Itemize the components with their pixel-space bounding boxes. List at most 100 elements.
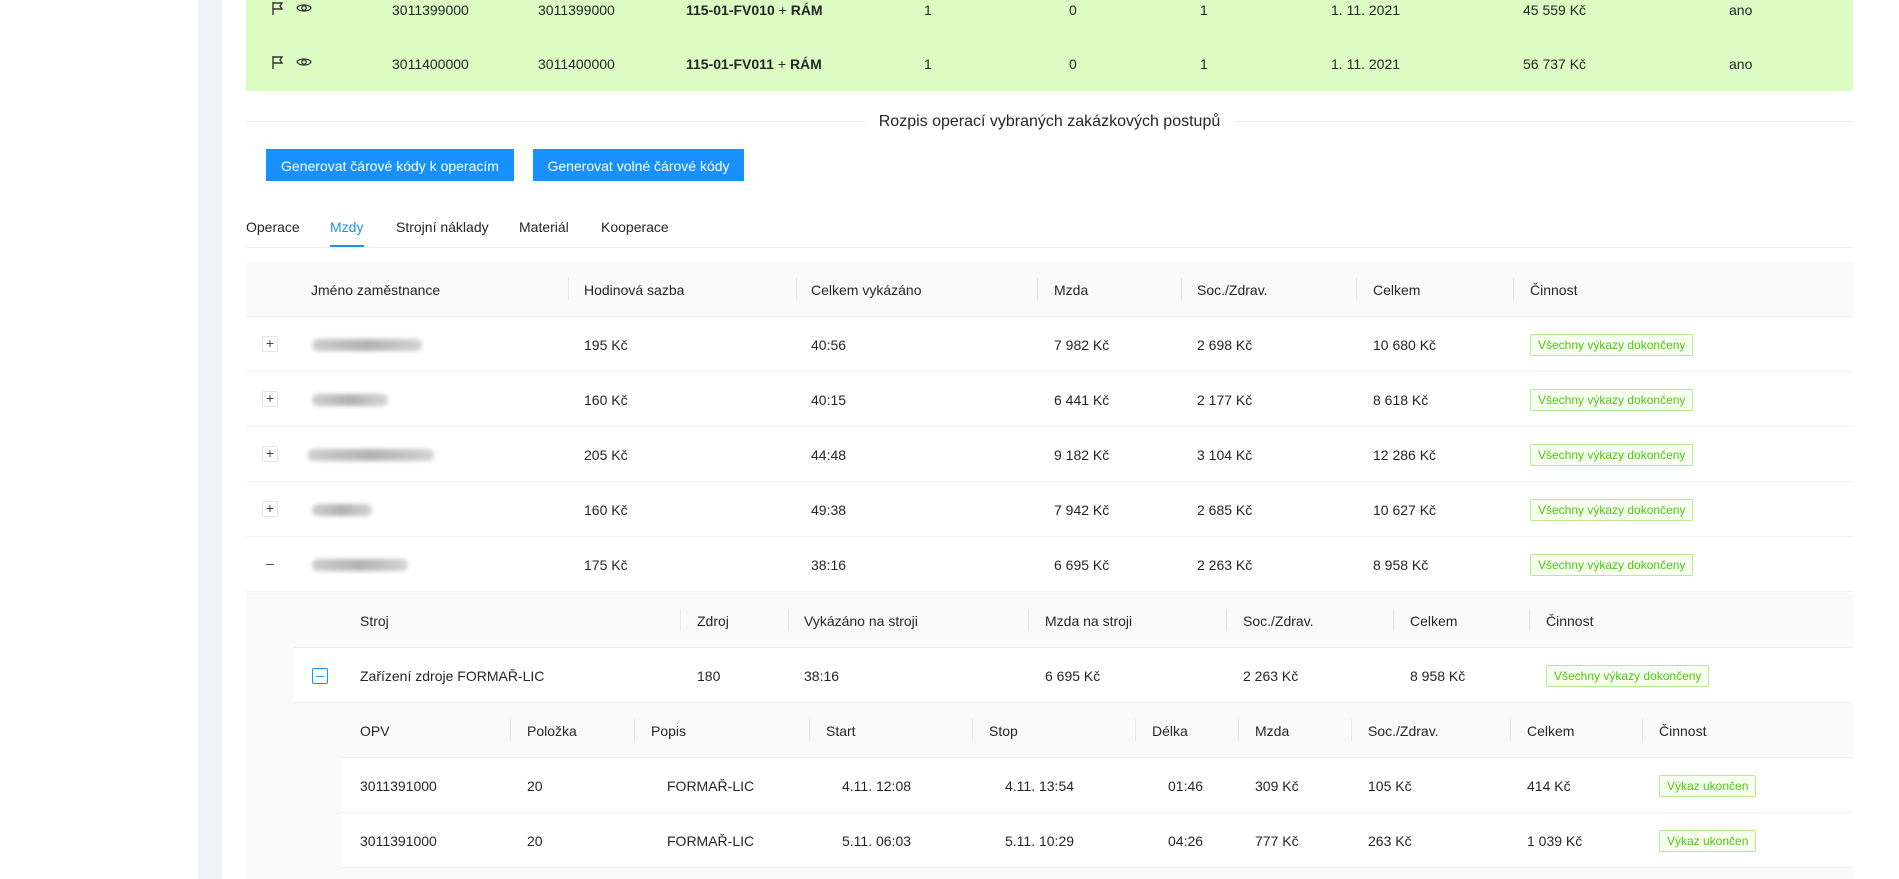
order-number-2: 3011399000 [538,2,615,18]
item: 20 [527,778,543,794]
part-code-text: 115-01-FV010 [686,2,775,18]
table-row[interactable]: 3011391000 20 FORMAŘ-LIC 4.11. 12:08 4.1… [342,758,1853,813]
header-separator [1356,278,1357,300]
header-machine-reported: Vykázáno na stroji [804,613,918,629]
header-activity: Činnost [1659,723,1707,739]
section-title: Rozpis operací vybraných zakázkových pos… [864,113,1235,130]
header-hourly-rate: Hodinová sazba [584,282,685,298]
status-badge: Všechny výkazy dokončeny [1530,554,1694,576]
social: 2 263 Kč [1243,668,1299,684]
table-header: OPV Položka Popis Start Stop Délka Mzda … [342,703,1853,758]
table-row[interactable]: – Zařízení zdroje FORMAŘ-LIC 180 38:16 6… [294,648,1853,703]
wage: 6 441 Kč [1054,392,1110,408]
total-reported: 38:16 [811,557,847,573]
row-actions [270,0,312,16]
wage: 309 Kč [1255,778,1299,794]
total-reported: 49:38 [811,502,847,518]
total: 12 286 Kč [1373,447,1437,463]
social: 263 Kč [1368,833,1412,849]
header-separator [809,719,810,741]
header-separator [1513,278,1514,300]
header-item: Položka [527,723,577,739]
generate-free-barcodes-button[interactable]: Generovat volné čárové kódy [533,149,744,181]
table-row[interactable]: + 160 Kč 49:38 7 942 Kč 2 685 Kč 10 627 … [246,482,1853,537]
collapse-row-button[interactable]: – [262,556,278,572]
flag-icon[interactable] [270,0,286,16]
header-separator [680,609,681,631]
section-divider: Rozpis operací vybraných zakázkových pos… [246,110,1853,134]
collapse-row-button[interactable]: – [312,668,328,684]
employee-name-redacted [312,504,372,516]
table-row[interactable]: 3011391000 20 FORMAŘ-LIC 5.11. 06:03 5.1… [342,813,1853,868]
tab-wages[interactable]: Mzdy [330,217,363,237]
expand-row-button[interactable]: + [262,391,278,407]
expand-row-button[interactable]: + [262,501,278,517]
table-header: Jméno zaměstnance Hodinová sazba Celkem … [246,262,1853,317]
header-separator [1028,609,1029,631]
header-total: Celkem [1373,282,1421,298]
header-social: Soc./Zdrav. [1197,282,1268,298]
expanded-row-content: Stroj Zdroj Vykázáno na stroji Mzda na s… [246,593,1853,879]
status-badge: Všechny výkazy dokončeny [1530,444,1694,466]
total-reported: 40:56 [811,337,847,353]
table-row[interactable]: 3011399000 3011399000 115-01-FV010 + RÁM… [246,0,1853,31]
tab-machine-costs[interactable]: Strojní náklady [396,217,489,237]
item: 20 [527,833,543,849]
header-machine-wage: Mzda na stroji [1045,613,1133,629]
count-2: 0 [1069,2,1077,18]
row-actions [270,54,312,70]
header-separator [796,278,797,300]
hourly-rate: 160 Kč [584,502,628,518]
header-separator [1529,609,1530,631]
order-number: 3011399000 [392,2,469,18]
eye-icon[interactable] [296,0,312,16]
part-code-text: 115-01-FV011 [686,56,774,72]
expand-row-button[interactable]: + [262,446,278,462]
part-type: RÁM [789,56,822,72]
table-row[interactable]: + 195 Kč 40:56 7 982 Kč 2 698 Kč 10 680 … [246,317,1853,372]
status-badge: Výkaz ukončen [1659,830,1757,852]
header-machine: Stroj [360,613,389,629]
header-employee-name: Jméno zaměstnance [311,282,441,298]
status-badge: Všechny výkazy dokončeny [1546,665,1710,687]
header-separator [788,609,789,631]
status-badge: Všechny výkazy dokončeny [1530,334,1694,356]
total-reported: 44:48 [811,447,847,463]
header-wage: Mzda [1255,723,1290,739]
table-row[interactable]: + 160 Kč 40:15 6 441 Kč 2 177 Kč 8 618 K… [246,372,1853,427]
machine-reported: 38:16 [804,668,840,684]
header-separator [972,719,973,741]
total: 10 627 Kč [1373,502,1437,518]
wage: 7 982 Kč [1054,337,1110,353]
expand-row-button[interactable]: + [262,336,278,352]
count-3: 1 [1200,56,1208,72]
eye-icon[interactable] [296,54,312,70]
section-title-wrap: Rozpis operací vybraných zakázkových pos… [246,110,1853,134]
social: 2 263 Kč [1197,557,1253,573]
main-content: 3011399000 3011399000 115-01-FV010 + RÁM… [246,0,1853,879]
header-social: Soc./Zdrav. [1368,723,1439,739]
stop: 5.11. 10:29 [1005,833,1075,849]
header-separator [568,278,569,300]
status-badge: Všechny výkazy dokončeny [1530,499,1694,521]
tab-cooperation[interactable]: Kooperace [601,217,669,237]
table-row[interactable]: – 175 Kč 38:16 6 695 Kč 2 263 Kč 8 958 K… [246,537,1853,592]
opv: 3011391000 [360,833,437,849]
tab-material[interactable]: Materiál [519,217,569,237]
hourly-rate: 160 Kč [584,392,628,408]
header-stop: Stop [989,723,1018,739]
flag-icon[interactable] [270,54,286,70]
generate-operation-barcodes-button[interactable]: Generovat čárové kódy k operacím [266,149,514,181]
part-type: RÁM [790,2,823,18]
table-row[interactable]: + 205 Kč 44:48 9 182 Kč 3 104 Kč 12 286 … [246,427,1853,482]
tab-operations[interactable]: Operace [246,217,300,237]
selected-orders-table: 3011399000 3011399000 115-01-FV010 + RÁM… [246,0,1853,91]
total-reported: 40:15 [811,392,847,408]
part-code: 115-01-FV011 + RÁM [686,54,822,74]
social: 2 685 Kč [1197,502,1253,518]
table-row[interactable]: 3011400000 3011400000 115-01-FV011 + RÁM… [246,42,1853,87]
count-3: 1 [1200,2,1208,18]
wage: 777 Kč [1255,833,1299,849]
social: 2 698 Kč [1197,337,1253,353]
start: 5.11. 06:03 [842,833,912,849]
